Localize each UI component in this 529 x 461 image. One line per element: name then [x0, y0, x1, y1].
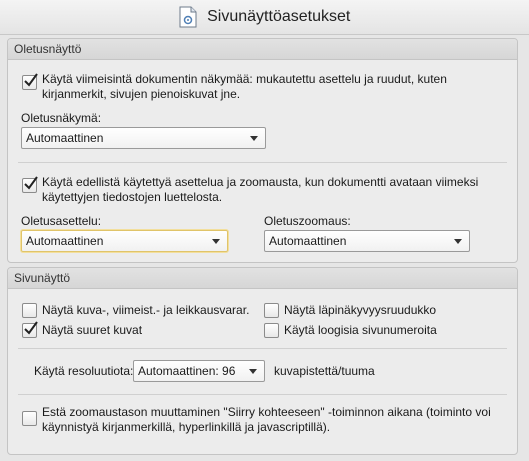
- show-transparency-grid-checkbox[interactable]: [264, 303, 279, 318]
- title-bar: Sivunäyttöasetukset: [0, 0, 529, 35]
- use-logical-page-numbers-label[interactable]: Käytä loogisia sivunumeroita: [284, 323, 437, 338]
- prevent-zoom-label-line2[interactable]: käynnistyä kirjanmerkillä, hyperlinkillä…: [42, 420, 330, 435]
- page-display-group-header: Sivunäyttö: [8, 268, 517, 289]
- prevent-zoom-checkbox[interactable]: [22, 411, 37, 426]
- divider: [18, 394, 507, 395]
- default-layout-label: Oletusasettelu:: [21, 214, 102, 228]
- divider: [18, 162, 507, 163]
- chevron-down-icon: [212, 239, 220, 244]
- show-transparency-grid-label[interactable]: Näytä läpinäkyvyysruudukko: [284, 303, 436, 318]
- resolution-dropdown[interactable]: Automaattinen: 96: [133, 360, 265, 382]
- use-previous-label-line2[interactable]: käytettyjen tiedostojen luettelosta.: [42, 190, 222, 205]
- window-title: Sivunäyttöasetukset: [207, 8, 351, 25]
- default-zoom-label: Oletuszoomaus:: [264, 214, 351, 228]
- default-layout-value: Automaattinen: [26, 234, 104, 248]
- divider: [18, 348, 507, 349]
- resolution-unit: kuvapistettä/tuuma: [274, 364, 375, 378]
- show-large-images-checkbox[interactable]: [22, 321, 38, 338]
- default-view-dropdown[interactable]: Automaattinen: [21, 127, 266, 149]
- default-layout-dropdown[interactable]: Automaattinen: [21, 230, 228, 252]
- default-view-label: Oletusnäkymä:: [21, 111, 102, 125]
- use-logical-page-numbers-checkbox[interactable]: [264, 323, 279, 338]
- chevron-down-icon: [454, 239, 462, 244]
- use-previous-checkbox[interactable]: [22, 176, 38, 193]
- show-art-boxes-checkbox[interactable]: [22, 303, 37, 318]
- default-zoom-value: Automaattinen: [269, 234, 347, 248]
- use-last-view-label-line2[interactable]: kirjanmerkit, sivujen pienoiskuvat jne.: [42, 87, 240, 102]
- resolution-label: Käytä resoluutiota:: [34, 364, 134, 378]
- page-display-group: Sivunäyttö Näytä kuva-, viimeist.- ja le…: [7, 267, 518, 455]
- use-last-view-label[interactable]: Käytä viimeisintä dokumentin näkymää: mu…: [42, 72, 447, 87]
- chevron-down-icon: [250, 136, 258, 141]
- show-large-images-label[interactable]: Näytä suuret kuvat: [42, 323, 142, 338]
- use-previous-label[interactable]: Käytä edellistä käytettyä asettelua ja z…: [42, 175, 478, 190]
- prevent-zoom-label[interactable]: Estä zoomaustason muuttaminen "Siirry ko…: [42, 405, 491, 420]
- resolution-value: Automaattinen: 96: [138, 364, 236, 378]
- title-wrap: Sivunäyttöasetukset: [0, 6, 529, 28]
- page-settings-icon: [179, 6, 197, 28]
- show-art-boxes-label[interactable]: Näytä kuva-, viimeist.- ja leikkausvarar…: [42, 303, 249, 318]
- default-zoom-dropdown[interactable]: Automaattinen: [264, 230, 470, 252]
- defaults-group: Oletusnäyttö Käytä viimeisintä dokumenti…: [7, 38, 518, 263]
- chevron-down-icon: [249, 369, 257, 374]
- use-last-view-checkbox[interactable]: [22, 73, 38, 90]
- defaults-group-header: Oletusnäyttö: [8, 39, 517, 60]
- default-view-value: Automaattinen: [26, 131, 104, 145]
